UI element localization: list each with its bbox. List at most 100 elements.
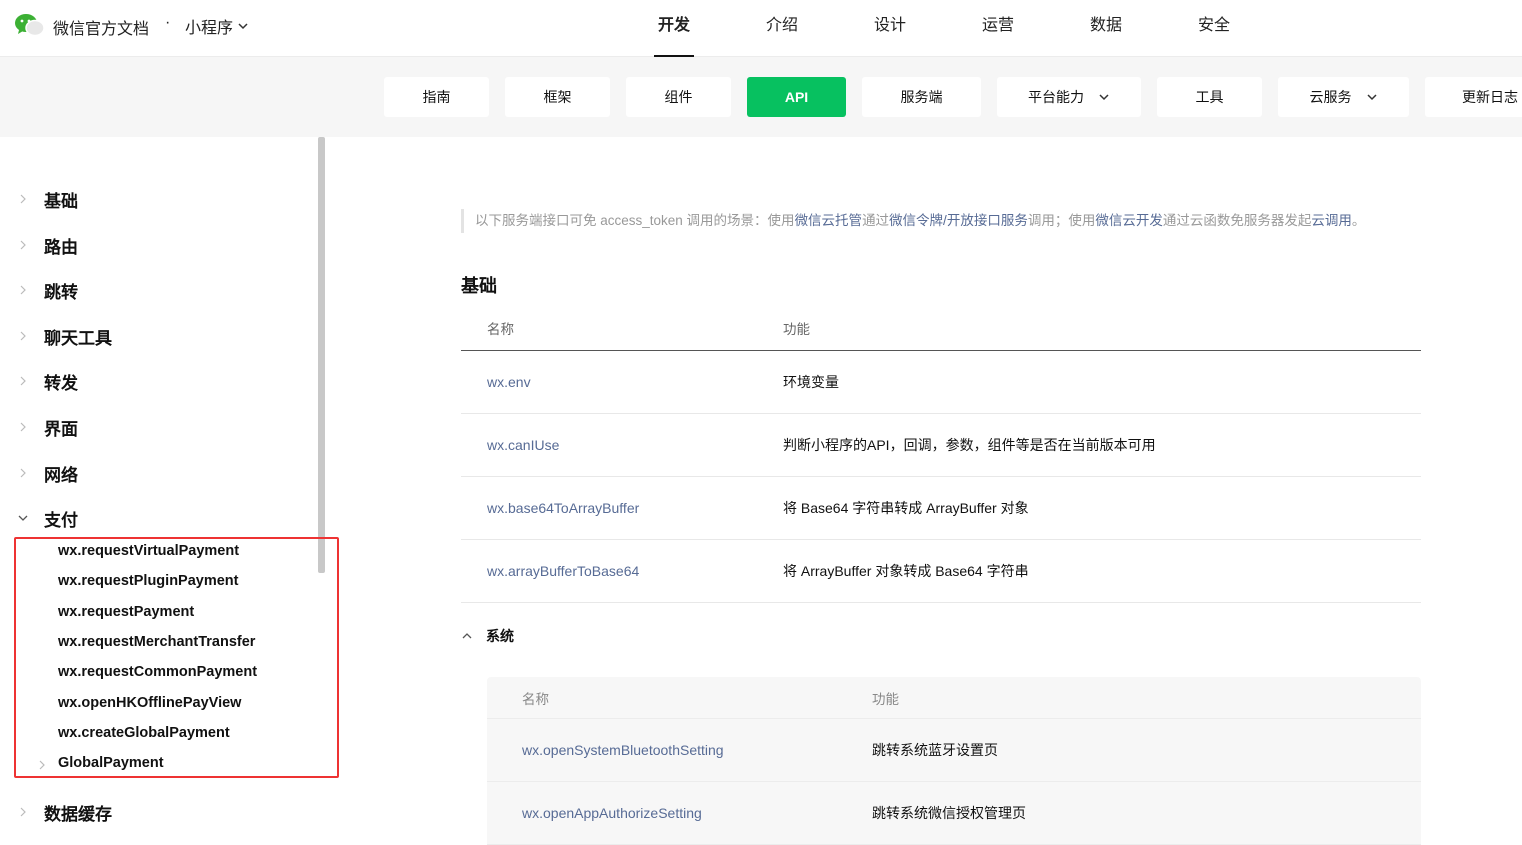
chevron-right-icon — [0, 807, 44, 817]
tab-guide[interactable]: 指南 — [384, 77, 489, 117]
sidebar-item-route[interactable]: 路由 — [0, 233, 78, 257]
notice-text: 。 — [1351, 213, 1366, 228]
sidebar-item-navigate[interactable]: 跳转 — [0, 278, 78, 302]
sidebar-item-label: 基础 — [44, 191, 78, 211]
wechat-logo-icon[interactable] — [14, 12, 46, 38]
chevron-down-icon — [0, 514, 44, 522]
chevron-down-icon — [238, 23, 248, 30]
column-header-name: 名称 — [522, 691, 549, 707]
sidebar-subitem-requestPayment[interactable]: wx.requestPayment — [58, 604, 194, 620]
api-description: 将 ArrayBuffer 对象转成 Base64 字符串 — [783, 563, 1029, 579]
chevron-right-icon — [0, 285, 44, 295]
tab-label: 工具 — [1195, 89, 1224, 105]
chevron-right-icon — [0, 422, 44, 432]
chevron-right-icon — [0, 331, 44, 341]
tab-label: 服务端 — [900, 89, 943, 105]
link-cloud-hosting[interactable]: 微信云托管 — [795, 213, 863, 228]
tab-api[interactable]: API — [747, 77, 846, 117]
tab-label: 平台能力 — [1028, 89, 1084, 105]
link-token-service[interactable]: 微信令牌/开放接口服务 — [889, 213, 1028, 228]
table-row: wx.base64ToArrayBuffer 将 Base64 字符串转成 Ar… — [461, 477, 1421, 540]
chevron-down-icon — [1366, 94, 1377, 101]
api-link[interactable]: wx.canIUse — [487, 437, 559, 453]
sidebar-item-chat-tools[interactable]: 聊天工具 — [0, 324, 112, 348]
tab-platform-capabilities[interactable]: 平台能力 — [997, 77, 1141, 117]
notice-text: 以下服务端接口可免 access_token 调用的场景：使用 — [475, 213, 795, 228]
column-header-function: 功能 — [872, 691, 899, 707]
api-description: 跳转系统微信授权管理页 — [872, 805, 1026, 821]
sidebar-item-share[interactable]: 转发 — [0, 369, 78, 393]
column-header-name: 名称 — [487, 321, 514, 337]
section-title-basic: 基础 — [461, 276, 497, 296]
sidebar-item-basic[interactable]: 基础 — [0, 187, 78, 211]
tab-label: 指南 — [422, 89, 451, 105]
top-navbar: 微信官方文档 · 小程序 开发 介绍 设计 运营 数据 安全 — [0, 0, 1522, 57]
table-row: wx.canIUse 判断小程序的API，回调，参数，组件等是否在当前版本可用 — [461, 414, 1421, 477]
chevron-right-icon — [0, 240, 44, 250]
notice-text: 调用；使用 — [1027, 213, 1096, 228]
sidebar-subitem-GlobalPayment[interactable]: GlobalPayment — [58, 755, 164, 771]
chevron-down-icon — [1099, 94, 1109, 101]
api-link[interactable]: wx.env — [487, 374, 531, 390]
nav-data[interactable]: 数据 — [1052, 0, 1160, 57]
tab-server[interactable]: 服务端 — [862, 77, 981, 117]
sub-navbar: 指南 框架 组件 API 服务端 平台能力 工具 云服务 更新日志 — [0, 57, 1522, 137]
table-row: wx.openSystemBluetoothSetting 跳转系统蓝牙设置页 — [487, 719, 1421, 782]
sidebar-subitem-requestMerchantTransfer[interactable]: wx.requestMerchantTransfer — [58, 634, 255, 650]
api-link[interactable]: wx.openAppAuthorizeSetting — [522, 805, 702, 821]
table-header: 名称 功能 — [461, 305, 1421, 351]
api-description: 判断小程序的API，回调，参数，组件等是否在当前版本可用 — [783, 437, 1156, 453]
api-link[interactable]: wx.arrayBufferToBase64 — [487, 563, 639, 579]
chevron-right-icon — [0, 194, 44, 204]
sidebar-item-network[interactable]: 网络 — [0, 461, 78, 485]
tab-cloud-services[interactable]: 云服务 — [1278, 77, 1409, 117]
sidebar-subitem-createGlobalPayment[interactable]: wx.createGlobalPayment — [58, 725, 230, 741]
sidebar-subitem-openHKOfflinePayView[interactable]: wx.openHKOfflinePayView — [58, 695, 241, 711]
link-cloud-call[interactable]: 云调用 — [1311, 213, 1352, 228]
api-description: 将 Base64 字符串转成 ArrayBuffer 对象 — [783, 500, 1029, 516]
nav-intro[interactable]: 介绍 — [728, 0, 836, 57]
tab-tools[interactable]: 工具 — [1157, 77, 1262, 117]
api-link[interactable]: wx.openSystemBluetoothSetting — [522, 742, 724, 758]
notice-text: 通过 — [862, 213, 890, 228]
sidebar-item-label: 网络 — [44, 465, 78, 485]
chevron-right-icon — [0, 376, 44, 386]
sidebar-item-payment[interactable]: 支付 — [0, 506, 78, 530]
tab-components[interactable]: 组件 — [626, 77, 731, 117]
chevron-up-icon — [462, 633, 472, 639]
sidebar-item-label: 支付 — [44, 510, 78, 530]
api-table-basic: 名称 功能 wx.env 环境变量 wx.canIUse 判断小程序的API，回… — [461, 305, 1421, 603]
api-description: 跳转系统蓝牙设置页 — [872, 742, 998, 758]
sidebar-subitem-requestCommonPayment[interactable]: wx.requestCommonPayment — [58, 664, 257, 680]
tab-label: 云服务 — [1309, 89, 1352, 105]
chevron-right-icon — [0, 468, 44, 478]
link-cloud-dev[interactable]: 微信云开发 — [1095, 213, 1163, 228]
section-title-system: 系统 — [486, 628, 514, 644]
table-header: 名称 功能 — [487, 677, 1421, 719]
notice-text: 通过云函数免服务器发起 — [1162, 213, 1312, 228]
brand-title[interactable]: 微信官方文档 — [53, 15, 149, 39]
nav-develop[interactable]: 开发 — [620, 0, 728, 57]
api-link[interactable]: wx.base64ToArrayBuffer — [487, 500, 639, 516]
sidebar-item-ui[interactable]: 界面 — [0, 415, 78, 439]
section-toggle-system[interactable]: 系统 — [461, 626, 514, 646]
nav-security[interactable]: 安全 — [1160, 0, 1268, 57]
product-label: 小程序 — [185, 20, 234, 37]
tab-label: 框架 — [543, 89, 572, 105]
sidebar-subitem-requestPluginPayment[interactable]: wx.requestPluginPayment — [58, 573, 239, 589]
notice-quote: 以下服务端接口可免 access_token 调用的场景：使用微信云托管通过微信… — [461, 209, 1365, 233]
sidebar-item-storage[interactable]: 数据缓存 — [0, 800, 112, 824]
brand-separator: · — [165, 14, 171, 31]
tab-changelog[interactable]: 更新日志 — [1425, 77, 1522, 117]
tab-framework[interactable]: 框架 — [505, 77, 610, 117]
sidebar-scrollbar[interactable] — [318, 137, 325, 573]
tab-label: 组件 — [664, 89, 693, 105]
product-switcher[interactable]: 小程序 — [185, 14, 249, 38]
nav-operation[interactable]: 运营 — [944, 0, 1052, 57]
nav-design[interactable]: 设计 — [836, 0, 944, 57]
sidebar-subitem-requestVirtualPayment[interactable]: wx.requestVirtualPayment — [58, 543, 239, 559]
sidebar: 基础 路由 跳转 聊天工具 转发 界面 网络 支付 wx.requestVirt… — [0, 137, 318, 824]
sidebar-item-label: 数据缓存 — [44, 804, 112, 824]
table-row: wx.arrayBufferToBase64 将 ArrayBuffer 对象转… — [461, 540, 1421, 603]
sidebar-item-label: 聊天工具 — [44, 328, 112, 348]
